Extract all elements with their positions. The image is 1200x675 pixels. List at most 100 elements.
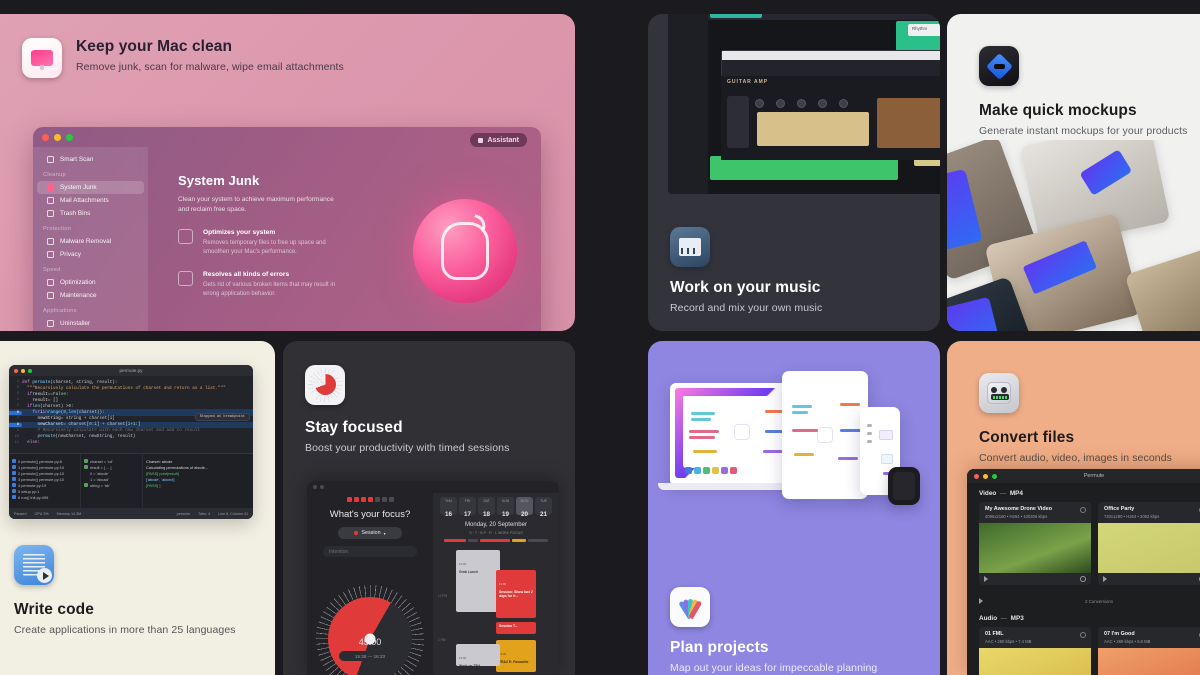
card-plan-projects[interactable]: Plan projects Map out your ideas for imp… bbox=[648, 341, 940, 675]
day-cell[interactable]: FRI 17 bbox=[459, 497, 476, 518]
session-window[interactable]: What's your focus? Session ▾ Intention 4… bbox=[307, 481, 559, 675]
card-header: Plan projects Map out your ideas for imp… bbox=[670, 587, 877, 674]
calendar-event[interactable]: 11:00 Session: Show last 2 days for fr..… bbox=[496, 570, 536, 618]
card-subtitle: Create applications in more than 25 lang… bbox=[14, 624, 236, 636]
card-header: Convert files Convert audio, video, imag… bbox=[979, 373, 1172, 464]
mixer-icon bbox=[670, 227, 710, 267]
sidebar-item-label: Smart Scan bbox=[60, 156, 94, 163]
calendar-event[interactable]: 12:00 Grab Lunch bbox=[456, 550, 500, 612]
day-cell-selected[interactable]: MON 20 bbox=[516, 497, 533, 518]
sidebar-item-maintenance[interactable]: Maintenance bbox=[37, 289, 144, 302]
remove-icon[interactable] bbox=[1080, 507, 1086, 513]
mail-icon bbox=[47, 197, 54, 204]
day-cell[interactable]: TUE 21 bbox=[535, 497, 552, 518]
zoom-icon[interactable] bbox=[66, 133, 73, 141]
card-work-on-your-music[interactable]: GUITAR AMP Rhythm Work on your music Rec… bbox=[648, 14, 940, 331]
close-icon[interactable] bbox=[42, 133, 49, 141]
line-number: 7 bbox=[16, 416, 19, 421]
tabs-label[interactable]: Tabs: 4 bbox=[198, 512, 210, 516]
day-cell[interactable]: THU 16 bbox=[440, 497, 457, 518]
window-body: What's your focus? Session ▾ Intention 4… bbox=[307, 493, 559, 675]
day-name: THU bbox=[445, 499, 452, 503]
sidebar-item-updater[interactable]: Updater bbox=[37, 330, 144, 331]
cleanmymac-sidebar[interactable]: Smart Scan Cleanup System Junk Mail Atta… bbox=[33, 147, 148, 331]
stack-frame: 0 permute() permute.py:6 bbox=[18, 458, 62, 464]
play-icon[interactable] bbox=[984, 576, 988, 582]
ide-window[interactable]: permute.py 1 def permute (charset, string,… bbox=[9, 365, 253, 519]
calendar-event[interactable]: Session T... bbox=[496, 622, 536, 634]
play-all-icon[interactable] bbox=[979, 598, 983, 604]
card-subtitle: Map out your ideas for impeccable planni… bbox=[670, 662, 878, 674]
assistant-button[interactable]: Assistant bbox=[470, 133, 527, 147]
scheme-label[interactable]: permute bbox=[177, 512, 191, 516]
event-title: Session: Show last 2 days for fr... bbox=[499, 590, 533, 599]
gear-icon[interactable] bbox=[1080, 576, 1086, 582]
rhythm-field[interactable]: Rhythm bbox=[908, 24, 940, 36]
conversion-tile[interactable]: 01 FML AAC • 260 kbps • 7.4 MB bbox=[979, 627, 1091, 675]
card-stay-focused[interactable]: Stay focused Boost your productivity wit… bbox=[283, 341, 575, 675]
day-cell[interactable]: SUN 19 bbox=[497, 497, 514, 518]
amp-knob[interactable] bbox=[839, 99, 848, 108]
card-write-code[interactable]: permute.py 1 def permute (charset, string,… bbox=[0, 341, 275, 675]
sidebar-item-privacy[interactable]: Privacy bbox=[37, 248, 144, 261]
detail-description: Clean your system to achieve maximum per… bbox=[178, 196, 334, 214]
close-icon[interactable] bbox=[313, 485, 317, 489]
debugger-panel: 0 permute() permute.py:6 1 permute() per… bbox=[9, 453, 253, 508]
day-number: 19 bbox=[501, 511, 509, 518]
day-strip[interactable]: THU 16 FRI 17 SAT 18 SUN 19 MON 20 TUE 2… bbox=[438, 497, 554, 518]
cleanmymac-window[interactable]: Assistant Smart Scan Cleanup System Junk bbox=[33, 127, 541, 331]
section-format[interactable]: MP4 bbox=[1010, 490, 1023, 497]
calendar-pane[interactable]: THU 16 FRI 17 SAT 18 SUN 19 MON 20 TUE 2… bbox=[433, 493, 559, 675]
conversion-tile[interactable]: 07 I'm Good AAC • 269 kbps • 6.6 MB bbox=[1098, 627, 1200, 675]
timer-readout: 45:00 15:38 — 16:23 bbox=[307, 637, 433, 661]
card-make-quick-mockups[interactable]: Make quick mockups Generate instant mock… bbox=[947, 14, 1200, 331]
amp-knob[interactable] bbox=[755, 99, 764, 108]
code-editor[interactable]: 1 def permute (charset, string, result): 2… bbox=[9, 376, 253, 453]
calendar-grid[interactable]: 12 PM 1 PM 12:00 Grab Lunch 11:00 Sessio… bbox=[438, 548, 554, 672]
file-meta: 4096x2160 • H264 • 100306 kbps bbox=[985, 514, 1048, 519]
calendar-event[interactable]: 13:00 TRA2 E: Favourite bbox=[496, 640, 536, 672]
session-mode-dropdown[interactable]: Session ▾ bbox=[338, 527, 402, 539]
app-title: Permute bbox=[1083, 473, 1105, 479]
day-cell[interactable]: SAT 18 bbox=[478, 497, 495, 518]
event-time: 12:00 bbox=[459, 562, 467, 566]
sidebar-item-mail-attachments[interactable]: Mail Attachments bbox=[37, 194, 144, 207]
card-title: Work on your music bbox=[670, 279, 821, 296]
sidebar-item-malware-removal[interactable]: Malware Removal bbox=[37, 235, 144, 248]
card-keep-mac-clean[interactable]: Keep your Mac clean Remove junk, scan fo… bbox=[0, 14, 575, 331]
amp-knob[interactable] bbox=[776, 99, 785, 108]
breakpoint-marker[interactable]: 8 bbox=[9, 422, 22, 427]
remove-icon[interactable] bbox=[1080, 632, 1086, 638]
breakpoint-tooltip: Stopped at breakpoint bbox=[194, 413, 250, 421]
card-subtitle: Remove junk, scan for malware, wipe emai… bbox=[76, 61, 344, 73]
sidebar-item-smart-scan[interactable]: Smart Scan bbox=[37, 153, 144, 166]
album-art bbox=[1098, 648, 1200, 675]
console-pane[interactable]: Charset: abcde Calculating permutations … bbox=[143, 454, 253, 508]
card-convert-files[interactable]: Convert files Convert audio, video, imag… bbox=[947, 341, 1200, 675]
calendar-event[interactable]: 13:00 Work on TBA bbox=[456, 644, 500, 666]
minimize-icon[interactable] bbox=[320, 485, 324, 489]
amp-knob[interactable] bbox=[818, 99, 827, 108]
conversion-tile[interactable]: Office Party 720x1280 • H264 • 2093 kbps bbox=[1098, 502, 1200, 585]
sidebar-item-uninstaller[interactable]: Uninstaller bbox=[37, 317, 144, 330]
optimization-icon bbox=[47, 279, 54, 286]
conversion-tile[interactable]: My Awesome Drone Video 4096x2160 • H264 … bbox=[979, 502, 1091, 585]
play-icon[interactable] bbox=[1103, 576, 1107, 582]
breakpoint-marker[interactable]: 6 bbox=[9, 410, 22, 415]
timer-dial[interactable] bbox=[316, 585, 424, 675]
call-stack[interactable]: 0 permute() permute.py:6 1 permute() per… bbox=[9, 454, 81, 508]
sidebar-item-optimization[interactable]: Optimization bbox=[37, 276, 144, 289]
session-pips bbox=[307, 497, 433, 502]
minimize-icon[interactable] bbox=[54, 133, 61, 141]
mockup-photo bbox=[1124, 245, 1200, 331]
amp-knob[interactable] bbox=[797, 99, 806, 108]
section-format[interactable]: MP3 bbox=[1011, 615, 1024, 622]
permute-window[interactable]: Permute Video — MP4 My Awesome Drone Vid… bbox=[967, 469, 1200, 675]
section-kind: Audio bbox=[979, 615, 998, 622]
console-line: Calculating permutations of abcde... bbox=[146, 464, 209, 470]
sidebar-item-system-junk[interactable]: System Junk bbox=[37, 181, 144, 194]
variables-pane[interactable]: charset = 'cd' result = [ ... ] 0 = 'abc… bbox=[81, 454, 143, 508]
sidebar-item-trash-bins[interactable]: Trash Bins bbox=[37, 207, 144, 220]
window-titlebar: Permute bbox=[967, 469, 1200, 483]
intention-input[interactable]: Intention bbox=[323, 546, 417, 557]
